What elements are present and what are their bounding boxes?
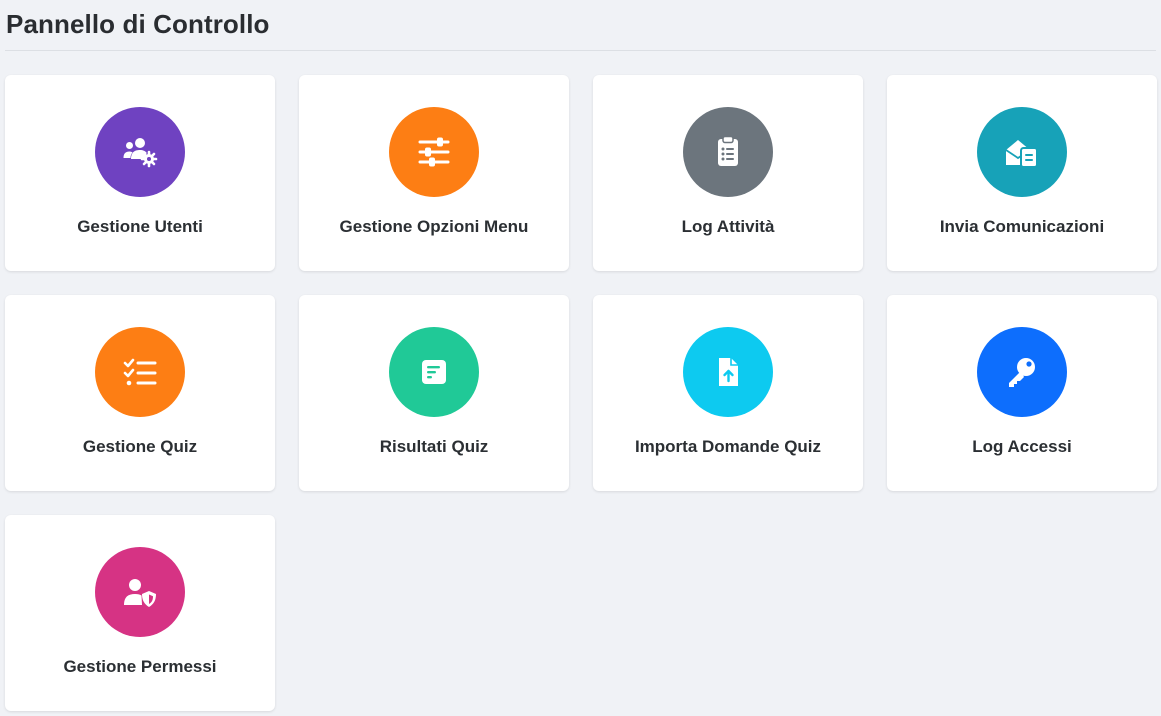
card-importa-domande-quiz[interactable]: Importa Domande Quiz — [593, 295, 863, 491]
card-label: Importa Domande Quiz — [634, 437, 822, 456]
users-cog-icon — [123, 138, 158, 168]
page-header: Pannello di Controllo — [5, 0, 1156, 51]
key-icon — [1009, 358, 1035, 387]
card-label: Invia Comunicazioni — [939, 217, 1105, 236]
card-risultati-quiz[interactable]: Risultati Quiz — [299, 295, 569, 491]
card-icon-circle — [977, 327, 1067, 417]
card-label: Log Attività — [681, 217, 775, 236]
card-label: Gestione Quiz — [82, 437, 198, 456]
user-shield-icon — [124, 579, 156, 607]
card-label: Log Accessi — [972, 437, 1072, 456]
sliders-icon — [418, 137, 450, 167]
card-label: Gestione Utenti — [77, 217, 203, 236]
card-icon-circle — [683, 107, 773, 197]
card-icon-circle — [389, 107, 479, 197]
page-title: Pannello di Controllo — [6, 9, 270, 39]
card-icon-circle — [95, 327, 185, 417]
file-upload-icon — [719, 358, 738, 386]
card-label: Risultati Quiz — [379, 437, 489, 456]
card-label: Gestione Permessi — [63, 657, 217, 676]
card-icon-circle — [977, 107, 1067, 197]
card-log-accessi[interactable]: Log Accessi — [887, 295, 1157, 491]
envelope-open-text-icon — [1005, 140, 1038, 168]
card-icon-circle — [95, 547, 185, 637]
card-gestione-quiz[interactable]: Gestione Quiz — [5, 295, 275, 491]
card-icon-circle — [95, 107, 185, 197]
card-log-attivita[interactable]: Log Attività — [593, 75, 863, 271]
poll-h-icon — [422, 360, 446, 384]
tasks-icon — [123, 358, 157, 386]
card-gestione-permessi[interactable]: Gestione Permessi — [5, 515, 275, 711]
card-invia-comunicazioni[interactable]: Invia Comunicazioni — [887, 75, 1157, 271]
clipboard-list-icon — [718, 135, 738, 166]
card-gestione-opzioni-menu[interactable]: Gestione Opzioni Menu — [299, 75, 569, 271]
card-icon-circle — [389, 327, 479, 417]
card-gestione-utenti[interactable]: Gestione Utenti — [5, 75, 275, 271]
card-icon-circle — [683, 327, 773, 417]
card-label: Gestione Opzioni Menu — [339, 217, 529, 236]
dashboard-grid: Gestione Utenti Gestione Opzioni Menu Lo… — [5, 75, 1157, 711]
